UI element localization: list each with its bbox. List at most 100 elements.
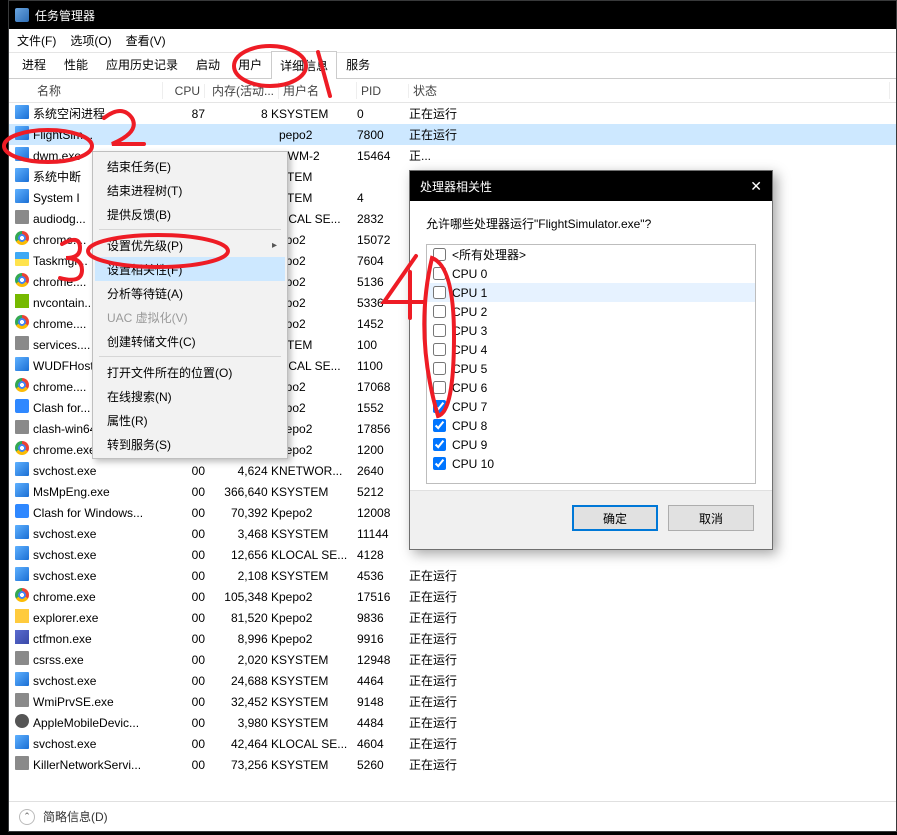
table-row[interactable]: WmiPrvSE.exe0032,452 KSYSTEM9148正在运行: [9, 691, 896, 712]
menu-options[interactable]: 选项(O): [70, 32, 111, 49]
cell-user: SYSTEM: [279, 653, 357, 667]
ok-button[interactable]: 确定: [572, 505, 658, 531]
process-icon: [15, 336, 29, 350]
menu-file[interactable]: 文件(F): [17, 32, 56, 49]
table-row[interactable]: KillerNetworkServi...0073,256 KSYSTEM526…: [9, 754, 896, 775]
cell-user: pepo2: [279, 506, 357, 520]
table-row[interactable]: AppleMobileDevic...003,980 KSYSTEM4484正在…: [9, 712, 896, 733]
tab-0[interactable]: 进程: [13, 50, 55, 78]
close-icon[interactable]: ✕: [750, 178, 762, 195]
header-user[interactable]: 用户名: [279, 82, 357, 99]
menu-item[interactable]: 结束进程树(T): [95, 178, 285, 202]
table-row[interactable]: svchost.exe002,108 KSYSTEM4536正在运行: [9, 565, 896, 586]
cell-pid: 17856: [357, 422, 409, 436]
cpu-item[interactable]: CPU 6: [427, 378, 755, 397]
cpu-item-all[interactable]: <所有处理器>: [427, 245, 755, 264]
checkbox[interactable]: [433, 381, 446, 394]
cpu-item[interactable]: CPU 3: [427, 321, 755, 340]
cell-pid: 1452: [357, 317, 409, 331]
cpu-item[interactable]: CPU 10: [427, 454, 755, 473]
menu-item[interactable]: 设置相关性(F): [95, 257, 285, 281]
tab-3[interactable]: 启动: [187, 50, 229, 78]
checkbox[interactable]: [433, 362, 446, 375]
cpu-item[interactable]: CPU 9: [427, 435, 755, 454]
cell-user: pepo2: [279, 128, 357, 142]
checkbox[interactable]: [433, 438, 446, 451]
cell-user: SYSTEM: [279, 107, 357, 121]
cell-pid: 1200: [357, 443, 409, 457]
cell-user: STEM: [279, 338, 357, 352]
cell-status: 正在运行: [409, 609, 890, 626]
header-cpu[interactable]: CPU: [163, 84, 205, 98]
menu-item[interactable]: 提供反馈(B): [95, 202, 285, 226]
cell-mem: 81,520 K: [205, 611, 279, 625]
menu-item[interactable]: 结束任务(E): [95, 154, 285, 178]
menu-item[interactable]: 转到服务(S): [95, 432, 285, 456]
cpu-item[interactable]: CPU 5: [427, 359, 755, 378]
header-pid[interactable]: PID: [357, 84, 409, 98]
tab-6[interactable]: 服务: [337, 50, 379, 78]
checkbox[interactable]: [433, 343, 446, 356]
menu-view[interactable]: 查看(V): [126, 32, 166, 49]
cell-pid: 9836: [357, 611, 409, 625]
cell-pid: 5136: [357, 275, 409, 289]
checkbox[interactable]: [433, 286, 446, 299]
cell-user: NETWOR...: [279, 464, 357, 478]
cpu-item[interactable]: CPU 4: [427, 340, 755, 359]
statusbar: ⌃ 简略信息(D): [9, 801, 896, 831]
cell-user: STEM: [279, 170, 357, 184]
cell-mem: 3,468 K: [205, 527, 279, 541]
cpu-item[interactable]: CPU 2: [427, 302, 755, 321]
table-row[interactable]: csrss.exe002,020 KSYSTEM12948正在运行: [9, 649, 896, 670]
menu-item[interactable]: 创建转储文件(C): [95, 329, 285, 353]
header-name[interactable]: 名称: [33, 82, 163, 99]
checkbox[interactable]: [433, 267, 446, 280]
table-row[interactable]: 系统空闲进程878 KSYSTEM0正在运行: [9, 103, 896, 124]
cell-user: pepo2: [279, 590, 357, 604]
header-mem[interactable]: 内存(活动...: [205, 82, 279, 99]
table-row[interactable]: svchost.exe0042,464 KLOCAL SE...4604正在运行: [9, 733, 896, 754]
cancel-button[interactable]: 取消: [668, 505, 754, 531]
menu-item[interactable]: 属性(R): [95, 408, 285, 432]
cell-pid: 17516: [357, 590, 409, 604]
menu-item[interactable]: 设置优先级(P): [95, 233, 285, 257]
cpu-item[interactable]: CPU 7: [427, 397, 755, 416]
table-row[interactable]: FlightSim...pepo27800正在运行: [9, 124, 896, 145]
affinity-dialog: 处理器相关性 ✕ 允许哪些处理器运行"FlightSimulator.exe"?…: [409, 170, 773, 550]
table-row[interactable]: chrome.exe00105,348 Kpepo217516正在运行: [9, 586, 896, 607]
table-row[interactable]: explorer.exe0081,520 Kpepo29836正在运行: [9, 607, 896, 628]
checkbox[interactable]: [433, 324, 446, 337]
tab-2[interactable]: 应用历史记录: [97, 50, 187, 78]
cpu-item[interactable]: CPU 8: [427, 416, 755, 435]
cpu-item[interactable]: CPU 0: [427, 264, 755, 283]
cpu-list[interactable]: <所有处理器>CPU 0CPU 1CPU 2CPU 3CPU 4CPU 5CPU…: [426, 244, 756, 484]
cell-mem: 32,452 K: [205, 695, 279, 709]
checkbox[interactable]: [433, 305, 446, 318]
header-status[interactable]: 状态: [409, 82, 890, 99]
statusbar-label[interactable]: 简略信息(D): [43, 808, 108, 825]
checkbox[interactable]: [433, 400, 446, 413]
cell-pid: 12008: [357, 506, 409, 520]
cpu-item[interactable]: CPU 1: [427, 283, 755, 302]
expand-icon[interactable]: ⌃: [19, 809, 35, 825]
menu-item[interactable]: 打开文件所在的位置(O): [95, 360, 285, 384]
tab-1[interactable]: 性能: [55, 50, 97, 78]
cell-mem: 4,624 K: [205, 464, 279, 478]
dialog-titlebar[interactable]: 处理器相关性 ✕: [410, 171, 772, 201]
menu-item[interactable]: 在线搜索(N): [95, 384, 285, 408]
cell-pid: 5260: [357, 758, 409, 772]
titlebar[interactable]: 任务管理器: [9, 1, 896, 29]
table-row[interactable]: svchost.exe0024,688 KSYSTEM4464正在运行: [9, 670, 896, 691]
cell-user: LOCAL SE...: [279, 548, 357, 562]
cell-cpu: 00: [163, 737, 205, 751]
checkbox-all[interactable]: [433, 248, 446, 261]
checkbox[interactable]: [433, 419, 446, 432]
cell-cpu: 00: [163, 632, 205, 646]
table-row[interactable]: ctfmon.exe008,996 Kpepo29916正在运行: [9, 628, 896, 649]
cell-name: WmiPrvSE.exe: [33, 695, 163, 709]
menu-item[interactable]: 分析等待链(A): [95, 281, 285, 305]
cell-pid: 7800: [357, 128, 409, 142]
tab-4[interactable]: 用户: [229, 50, 271, 78]
tab-5[interactable]: 详细信息: [271, 51, 337, 79]
checkbox[interactable]: [433, 457, 446, 470]
